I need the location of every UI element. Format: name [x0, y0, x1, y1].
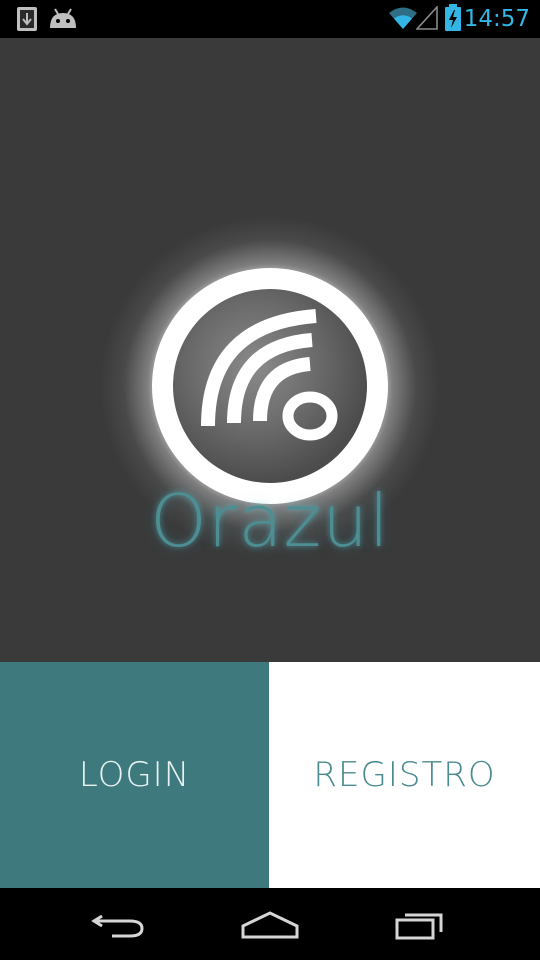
home-button[interactable]: [230, 902, 310, 946]
battery-charging-icon: [444, 4, 462, 36]
cell-signal-icon: [415, 4, 438, 34]
login-button-label: LOGIN: [78, 755, 191, 795]
back-icon: [91, 914, 144, 938]
wifi-icon: [388, 6, 418, 34]
app-name: Orazul: [150, 479, 390, 563]
back-button[interactable]: [80, 902, 160, 946]
registro-button-label: REGISTRO: [313, 755, 496, 795]
registro-button[interactable]: REGISTRO: [269, 662, 540, 888]
recent-apps-icon: [395, 913, 443, 940]
app-screen: 14:57 Orazul LOGIN REGISTRO: [0, 0, 540, 960]
login-button[interactable]: LOGIN: [0, 662, 269, 888]
recent-apps-button[interactable]: [380, 902, 460, 946]
status-time: 14:57: [463, 6, 530, 32]
splash-area: Orazul: [0, 38, 540, 662]
navigation-bar: [0, 888, 540, 960]
download-icon: [16, 6, 38, 36]
action-buttons: LOGIN REGISTRO: [0, 662, 540, 888]
android-icon: [48, 8, 78, 34]
home-icon: [241, 911, 299, 939]
status-bar: 14:57: [0, 0, 540, 38]
